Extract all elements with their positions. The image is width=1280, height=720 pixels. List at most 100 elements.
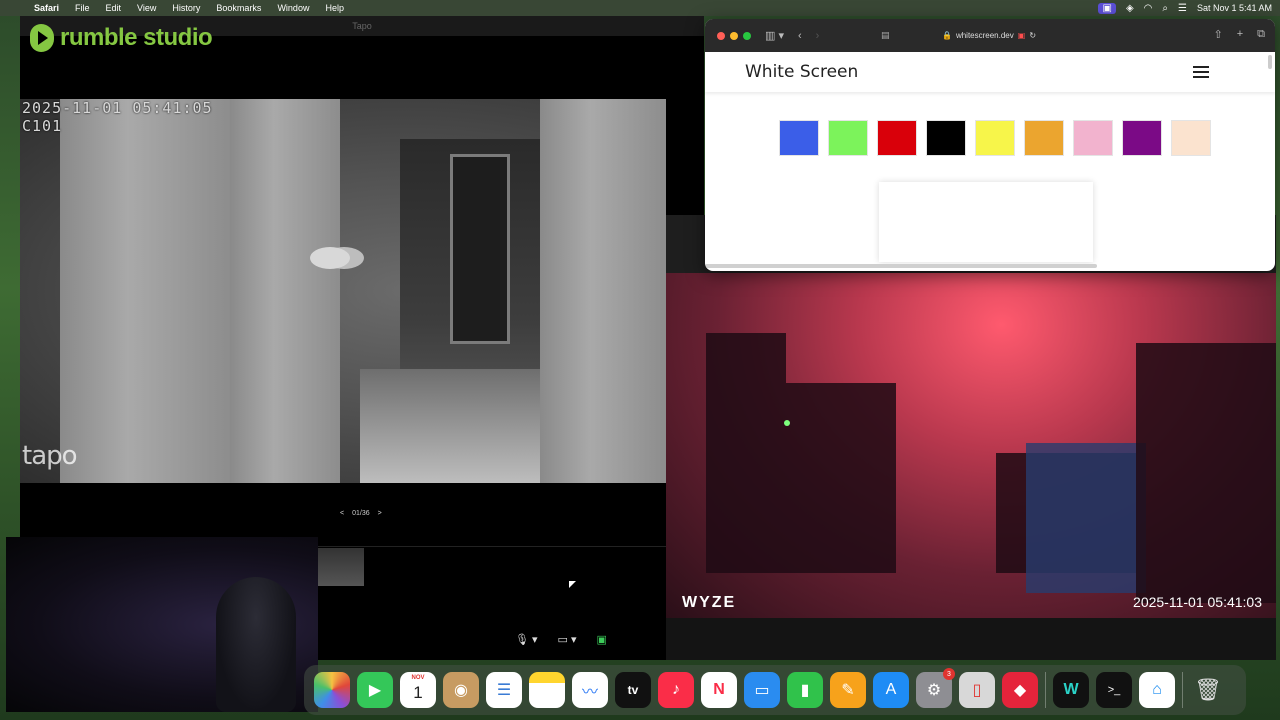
- dock-contacts-icon[interactable]: ◉: [443, 672, 479, 708]
- menu-edit[interactable]: Edit: [98, 3, 130, 13]
- tab-overview-icon[interactable]: ⧉: [1257, 28, 1265, 41]
- dock-freeform-icon[interactable]: 〰: [572, 672, 608, 708]
- pager-next-button[interactable]: >: [378, 510, 382, 517]
- camera-pager: < 01/36 >: [340, 510, 382, 517]
- dock-anydesk-icon[interactable]: ◆: [1002, 672, 1038, 708]
- page-menu-icon[interactable]: ▤: [881, 30, 890, 41]
- mouse-cursor: [569, 581, 576, 588]
- camera-door-knob: [310, 247, 350, 269]
- recording-icon[interactable]: ▣: [1018, 31, 1026, 40]
- dock-trash-icon[interactable]: 🗑: [1190, 672, 1226, 708]
- tapo-window-title: Tapo: [352, 21, 372, 31]
- menu-help[interactable]: Help: [317, 3, 352, 13]
- screen-share-icon[interactable]: ▣: [597, 633, 607, 646]
- camera-osd: 2025-11-01 05:41:05 C101: [22, 99, 213, 135]
- wyze-timestamp: 2025-11-01 05:41:03: [1133, 594, 1262, 610]
- tapo-camera-feed[interactable]: 2025-11-01 05:41:05 C101 tapo: [20, 99, 666, 483]
- dock-iphone-mirroring-icon[interactable]: ▯: [959, 672, 995, 708]
- menu-window[interactable]: Window: [269, 3, 317, 13]
- address-bar[interactable]: ▤ 🔒 whitescreen.dev ▣ ↻: [873, 25, 1105, 45]
- horizontal-scrollbar[interactable]: [705, 264, 1097, 268]
- dock-news-icon[interactable]: N: [701, 672, 737, 708]
- forward-icon[interactable]: ›: [816, 30, 820, 42]
- address-url: whitescreen.dev: [955, 30, 1014, 40]
- site-header: White Screen: [705, 52, 1275, 92]
- swatch-pink[interactable]: [1073, 120, 1113, 156]
- swatch-green[interactable]: [828, 120, 868, 156]
- wyze-window: WYZE 2025-11-01 05:41:03: [666, 215, 1276, 660]
- swatch-red[interactable]: [877, 120, 917, 156]
- control-center-icon[interactable]: ☰: [1178, 3, 1187, 14]
- share-icon[interactable]: ⇧: [1213, 28, 1222, 41]
- camera-hall-door: [450, 154, 510, 344]
- sidebar-icon[interactable]: ▥ ▾: [765, 29, 784, 42]
- dock-home-icon[interactable]: ⌂: [1139, 672, 1175, 708]
- close-button[interactable]: [717, 31, 725, 40]
- dock-photos-icon[interactable]: [314, 672, 350, 708]
- white-preview-box[interactable]: [879, 182, 1093, 262]
- dock-notes-icon[interactable]: [529, 672, 565, 708]
- dock-system-settings-icon[interactable]: ⚙ 3: [916, 668, 955, 708]
- swatch-yellow[interactable]: [975, 120, 1015, 156]
- new-tab-icon[interactable]: +: [1237, 28, 1243, 41]
- menu-view[interactable]: View: [129, 3, 164, 13]
- swatch-black[interactable]: [926, 120, 966, 156]
- osd-timestamp: 2025-11-01 05:41:05: [22, 99, 213, 117]
- rumble-play-icon: [30, 24, 54, 52]
- menu-clock[interactable]: Sat Nov 1 5:41 AM: [1197, 3, 1272, 13]
- camera-door: [230, 99, 340, 483]
- osd-channel: C101: [22, 117, 63, 135]
- camera-thumbnail[interactable]: [318, 548, 364, 586]
- dock-numbers-icon[interactable]: ▮: [787, 672, 823, 708]
- menu-bar: Safari File Edit View History Bookmarks …: [0, 0, 1280, 16]
- pager-text: 01/36: [352, 510, 370, 517]
- rumble-logo-text: rumble studio: [60, 24, 213, 51]
- zoom-button[interactable]: [743, 31, 751, 40]
- dock-app-store-icon[interactable]: A: [873, 672, 909, 708]
- back-icon[interactable]: ‹: [798, 30, 802, 42]
- swatch-blue[interactable]: [779, 120, 819, 156]
- safari-window: ▥ ▾ ‹ › ▤ 🔒 whitescreen.dev ▣ ↻ ⇧ + ⧉ Wh…: [705, 19, 1275, 271]
- calendar-month: NOV: [411, 675, 425, 681]
- swatch-purple[interactable]: [1122, 120, 1162, 156]
- webcam-person: [216, 577, 296, 712]
- screen-record-icon[interactable]: ▣: [1098, 2, 1116, 14]
- site-title[interactable]: White Screen: [745, 62, 858, 82]
- dock-separator-2: [1182, 672, 1183, 708]
- menu-file[interactable]: File: [67, 3, 98, 13]
- room-chair: [1026, 443, 1146, 593]
- menu-history[interactable]: History: [164, 3, 208, 13]
- video-camera-icon[interactable]: ▭ ▾: [558, 633, 577, 646]
- dock-tv-icon[interactable]: tv: [615, 672, 651, 708]
- dock-facetime-icon[interactable]: ▶: [357, 672, 393, 708]
- menu-bookmarks[interactable]: Bookmarks: [208, 3, 269, 13]
- search-icon[interactable]: ⌕: [1162, 3, 1168, 14]
- tapo-controls: 🎙 ▾ ▭ ▾ ▣: [515, 633, 607, 646]
- dock: ▶ NOV 1 ◉ ☰ 〰 tv ♪ N ▭ ▮ ✎ A ⚙ 3 ▯ ◆ W >…: [304, 665, 1246, 715]
- wifi-icon[interactable]: ◠: [1144, 3, 1153, 14]
- reload-icon[interactable]: ↻: [1029, 31, 1036, 40]
- calendar-day: 1: [413, 683, 423, 702]
- room-wardrobe: [1136, 343, 1276, 603]
- dock-calendar-icon[interactable]: NOV 1: [400, 672, 436, 708]
- control-icon[interactable]: ◈: [1126, 3, 1134, 14]
- dock-pages-icon[interactable]: ✎: [830, 672, 866, 708]
- menu-app-name[interactable]: Safari: [26, 3, 67, 13]
- camera-wall: [60, 99, 230, 483]
- microphone-icon[interactable]: 🎙 ▾: [515, 633, 538, 646]
- pager-prev-button[interactable]: <: [340, 510, 344, 517]
- dock-keynote-icon[interactable]: ▭: [744, 672, 780, 708]
- dock-terminal-icon[interactable]: >_: [1096, 672, 1132, 708]
- room-shelf: [706, 333, 786, 573]
- room-light: [784, 420, 790, 426]
- wyze-camera-feed[interactable]: WYZE 2025-11-01 05:41:03: [666, 273, 1276, 618]
- tapo-logo: tapo: [22, 441, 78, 471]
- dock-reminders-icon[interactable]: ☰: [486, 672, 522, 708]
- vertical-scrollbar[interactable]: [1268, 55, 1272, 69]
- dock-music-icon[interactable]: ♪: [658, 672, 694, 708]
- minimize-button[interactable]: [730, 31, 738, 40]
- hamburger-menu-icon[interactable]: [1193, 66, 1209, 78]
- swatch-peach[interactable]: [1171, 120, 1211, 156]
- swatch-orange[interactable]: [1024, 120, 1064, 156]
- dock-wyze-icon[interactable]: W: [1053, 672, 1089, 708]
